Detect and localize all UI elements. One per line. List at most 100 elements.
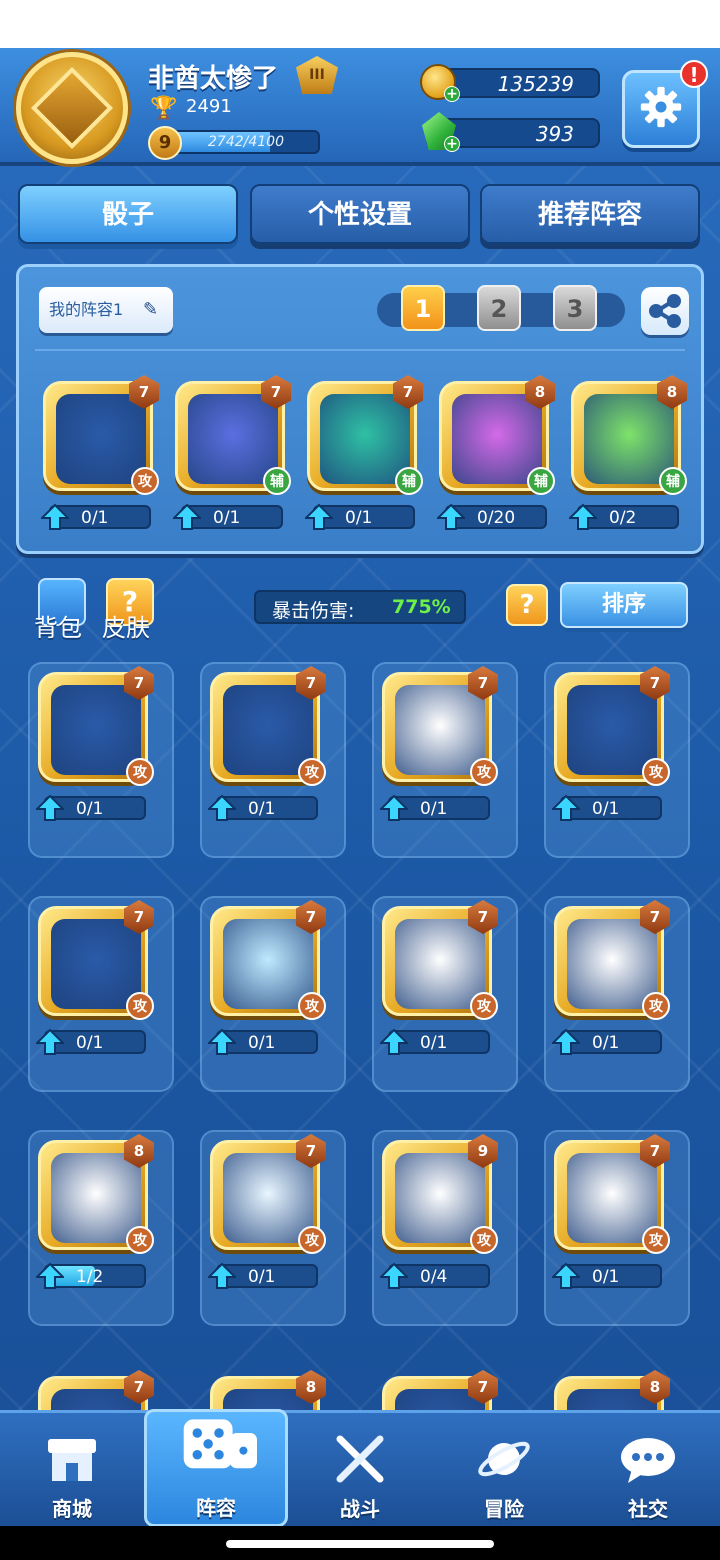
magic-hat-icon (452, 394, 542, 484)
water-icon (223, 1153, 313, 1243)
dice-type-tag: 攻 (642, 758, 670, 786)
trophy-count: 2491 (186, 96, 232, 117)
share-icon (649, 294, 681, 328)
upgrade-arrow-icon (569, 503, 597, 530)
upgrade-progress-text: 0/1 (420, 1033, 448, 1053)
upgrade-progress-text: 0/1 (592, 1267, 620, 1287)
upgrade-progress-text: 0/1 (248, 799, 276, 819)
player-header: 非酋太惨了 III 🏆 2491 9 2742/4100 + 135239 + … (0, 48, 720, 166)
player-avatar[interactable] (16, 52, 128, 164)
nav-battle-label: 战斗 (340, 1497, 380, 1521)
upgrade-progress-text: 0/1 (76, 1033, 104, 1053)
nav-lineup[interactable]: 阵容 (144, 1409, 288, 1527)
planet-icon (478, 1441, 530, 1477)
upgrade-arrow-icon (41, 503, 69, 530)
upgrade-arrow-icon (36, 1028, 64, 1055)
scorpio-icon (51, 919, 141, 1009)
upgrade-progress-text: 0/1 (76, 799, 104, 819)
upgrade-arrow-icon (552, 1028, 580, 1055)
nav-social[interactable]: 社交 (576, 1413, 720, 1529)
upgrade-arrow-icon (437, 503, 465, 530)
xp-bar: 2742/4100 (172, 130, 320, 154)
dice-type-tag: 攻 (642, 1226, 670, 1254)
dice-type-tag: 辅 (527, 467, 555, 495)
mask-icon (188, 394, 278, 484)
share-button[interactable] (641, 287, 689, 335)
tab-dice[interactable]: 骰子 (18, 184, 238, 244)
add-gem-icon[interactable]: + (444, 136, 460, 152)
sort-button[interactable]: 排序 (560, 582, 688, 628)
upgrade-arrow-icon (552, 794, 580, 821)
fire-icon (51, 1153, 141, 1243)
upgrade-progress-text: 0/1 (248, 1267, 276, 1287)
plus-icon (584, 394, 674, 484)
tab-personalize[interactable]: 个性设置 (250, 184, 470, 244)
chat-icon (621, 1438, 675, 1483)
gem-amount: 393 (535, 122, 574, 146)
nav-shop[interactable]: 商城 (0, 1413, 144, 1529)
upgrade-arrow-icon (552, 1262, 580, 1289)
gem-display[interactable]: + 393 (422, 112, 600, 152)
dice-type-tag: 攻 (470, 1226, 498, 1254)
deck-name-button[interactable]: 我的阵容1 ✎ (39, 287, 173, 333)
upgrade-arrow-icon (173, 503, 201, 530)
help-button[interactable]: ? (506, 584, 548, 626)
upgrade-progress-text: 0/1 (592, 799, 620, 819)
upgrade-progress-text: 0/4 (420, 1267, 448, 1287)
player-name: 非酋太惨了 (148, 64, 279, 94)
skin-label[interactable]: 皮肤 (102, 608, 150, 643)
pencil-icon: ✎ (143, 299, 159, 320)
dice-type-tag: 辅 (659, 467, 687, 495)
nav-battle[interactable]: 战斗 (288, 1413, 432, 1529)
shop-icon (48, 1439, 96, 1481)
aquarius-icon (223, 685, 313, 775)
crit-damage-display: 暴击伤害: 775% (254, 590, 466, 624)
upgrade-progress-text: 0/20 (477, 508, 516, 528)
gold-amount: 135239 (497, 72, 574, 96)
gear-icon (640, 86, 682, 128)
nav-social-label: 社交 (628, 1497, 668, 1521)
shield-icon (395, 1153, 485, 1243)
home-indicator[interactable] (226, 1540, 494, 1548)
pisces-icon (51, 685, 141, 775)
xp-text: 2742/4100 (208, 134, 284, 150)
deck-divider (35, 349, 685, 351)
dice-type-tag: 攻 (131, 467, 159, 495)
upgrade-progress-text: 0/1 (81, 508, 109, 528)
trophy-icon: 🏆 (150, 96, 178, 121)
nav-adventure[interactable]: 冒险 (432, 1413, 576, 1529)
deck-number-2[interactable]: 2 (477, 285, 521, 331)
deck-number-3[interactable]: 3 (553, 285, 597, 331)
bag-label[interactable]: 背包 (34, 608, 82, 643)
gold-display[interactable]: + 135239 (420, 64, 600, 102)
upgrade-arrow-icon (380, 1262, 408, 1289)
deck-name: 我的阵容1 (49, 300, 124, 319)
upgrade-progress-text: 0/1 (248, 1033, 276, 1053)
settings-alert-badge: ! (680, 60, 708, 88)
dice-type-tag: 辅 (263, 467, 291, 495)
dice-icon (183, 1419, 257, 1469)
upgrade-progress-text: 0/1 (420, 799, 448, 819)
level-badge: 9 (148, 126, 182, 160)
upgrade-progress-text: 0/1 (345, 508, 373, 528)
upgrade-arrow-icon (208, 1028, 236, 1055)
upgrade-progress-text: 1/2 (76, 1267, 104, 1287)
dice-type-tag: 攻 (126, 992, 154, 1020)
ghost-icon (395, 919, 485, 1009)
dice-type-tag: 攻 (298, 758, 326, 786)
dice-type-tag: 攻 (470, 758, 498, 786)
deck-panel: 我的阵容1 ✎ 1 2 3 7 攻 0/1 7 辅 0/1 7 辅 0/1 8 辅 0/20 8 辅 0/2 (16, 264, 704, 554)
swords-icon (336, 1435, 384, 1483)
dice-type-tag: 攻 (298, 1226, 326, 1254)
upgrade-arrow-icon (208, 794, 236, 821)
upgrade-arrow-icon (305, 503, 333, 530)
swirl-icon (320, 394, 410, 484)
dice-type-tag: 攻 (642, 992, 670, 1020)
tab-recommended[interactable]: 推荐阵容 (480, 184, 700, 244)
deck-number-1[interactable]: 1 (401, 285, 445, 331)
flower-icon (567, 919, 657, 1009)
status-bar (0, 0, 720, 48)
add-gold-icon[interactable]: + (444, 86, 460, 102)
rank-emblem-icon (30, 66, 114, 150)
lightning-icon (223, 919, 313, 1009)
